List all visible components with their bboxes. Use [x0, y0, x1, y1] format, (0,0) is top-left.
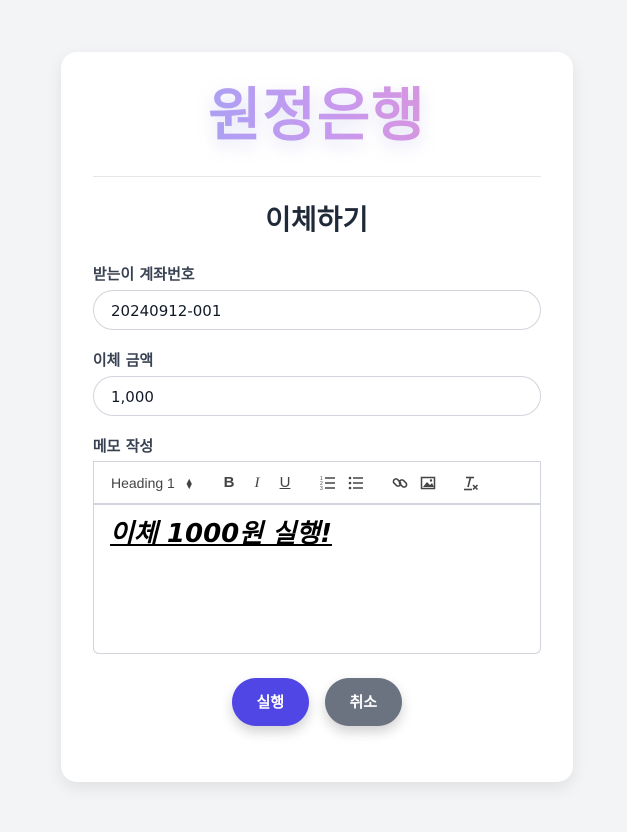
bold-icon[interactable]: B [220, 472, 238, 494]
transfer-card: 원정은행 이체하기 받는이 계좌번호 20240912-001 이체 금액 1,… [61, 52, 573, 782]
editor-toolbar: Heading 1 ▲ ▼ B I U 1 2 3 [93, 461, 541, 504]
memo-editor[interactable]: 이체 1000원 실행! [93, 504, 541, 654]
link-icon[interactable] [392, 472, 410, 494]
amount-label: 이체 금액 [93, 351, 154, 369]
underline-icon[interactable]: U [276, 472, 294, 494]
account-label: 받는이 계좌번호 [93, 265, 195, 283]
clear-format-icon[interactable] [463, 472, 481, 494]
italic-icon[interactable]: I [248, 472, 266, 494]
page-title: 이체하기 [265, 203, 369, 236]
heading-select-label: Heading 1 [111, 475, 175, 491]
memo-label: 메모 작성 [93, 437, 154, 455]
ordered-list-icon[interactable]: 1 2 3 [320, 472, 338, 494]
submit-button[interactable]: 실행 [232, 678, 309, 726]
amount-input[interactable]: 1,000 [93, 376, 541, 416]
bullet-list-icon[interactable] [348, 472, 366, 494]
editor-content[interactable]: 이체 1000원 실행! [110, 517, 332, 551]
sort-arrows-icon: ▲ ▼ [184, 476, 194, 492]
heading-select[interactable]: Heading 1 ▲ ▼ [111, 472, 194, 494]
svg-text:3: 3 [320, 486, 323, 491]
account-input[interactable]: 20240912-001 [93, 290, 541, 330]
divider [93, 176, 541, 177]
image-icon[interactable] [420, 472, 438, 494]
cancel-button[interactable]: 취소 [325, 678, 402, 726]
bank-logo: 원정은행 [61, 80, 573, 150]
